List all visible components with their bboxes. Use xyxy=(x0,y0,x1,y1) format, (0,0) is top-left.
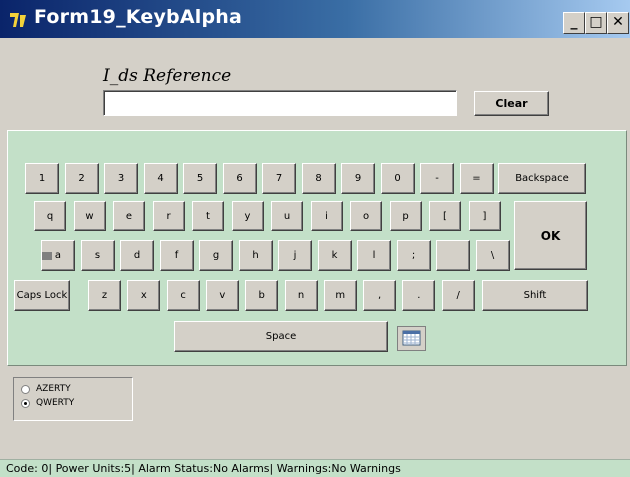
key-row2-8[interactable]: i xyxy=(310,201,343,231)
caps-lock-indicator xyxy=(42,252,52,260)
radio-qwerty[interactable]: QWERTY xyxy=(21,398,74,408)
key-row3-3[interactable]: d xyxy=(120,240,154,271)
key-4[interactable]: 4 xyxy=(143,163,178,194)
key-7[interactable]: 7 xyxy=(262,163,296,194)
key-row2-10[interactable]: p xyxy=(389,201,422,231)
key-row4-5[interactable]: b xyxy=(245,280,279,311)
key-row2-7[interactable]: u xyxy=(271,201,303,231)
key-row3-10[interactable]: ; xyxy=(396,240,431,271)
field-label: I_ds Reference xyxy=(103,66,232,86)
key-row3-6[interactable]: h xyxy=(238,240,273,271)
radio-azerty-circle[interactable] xyxy=(21,384,30,394)
backspace-key[interactable]: Backspace xyxy=(498,163,586,194)
key-row2-12[interactable]: ] xyxy=(468,201,501,231)
key-row4-2[interactable]: x xyxy=(127,280,161,311)
key-row4-9[interactable]: . xyxy=(402,280,436,311)
close-icon: ✕ xyxy=(612,14,624,30)
key-2[interactable]: 2 xyxy=(64,163,99,194)
close-button[interactable]: ✕ xyxy=(607,12,629,34)
key-row4-7[interactable]: m xyxy=(323,280,357,311)
key-row3-12[interactable]: \ xyxy=(475,240,510,271)
key-12[interactable]: = xyxy=(459,163,494,194)
key-row4-10[interactable]: / xyxy=(441,280,475,311)
key-3[interactable]: 3 xyxy=(104,163,138,194)
maximize-button[interactable]: □ xyxy=(585,12,607,34)
key-row3-2[interactable]: s xyxy=(80,240,115,271)
radio-azerty-label: AZERTY xyxy=(36,384,71,394)
key-row4-6[interactable]: n xyxy=(284,280,318,311)
key-row2-1[interactable]: q xyxy=(34,201,66,231)
key-row3-8[interactable]: k xyxy=(317,240,352,271)
key-8[interactable]: 8 xyxy=(301,163,336,194)
layout-radio-group: AZERTY QWERTY xyxy=(13,377,133,421)
radio-qwerty-label: QWERTY xyxy=(36,398,75,408)
key-row2-5[interactable]: t xyxy=(192,201,224,231)
key-9[interactable]: 9 xyxy=(341,163,375,194)
key-row2-3[interactable]: e xyxy=(113,201,145,231)
key-row2-11[interactable]: [ xyxy=(429,201,461,231)
key-row4-3[interactable]: c xyxy=(166,280,200,311)
minimize-icon: _ xyxy=(570,14,578,30)
clear-button[interactable]: Clear xyxy=(474,91,549,116)
key-row4-1[interactable]: z xyxy=(88,280,121,311)
key-row3-4[interactable]: f xyxy=(159,240,194,271)
caps-lock-key[interactable]: Caps Lock xyxy=(14,280,70,311)
calendar-icon[interactable] xyxy=(397,326,426,351)
space-key[interactable]: Space xyxy=(174,321,388,352)
key-row2-4[interactable]: r xyxy=(152,201,185,231)
key-row2-6[interactable]: y xyxy=(231,201,264,231)
key-10[interactable]: 0 xyxy=(380,163,415,194)
minimize-button[interactable]: _ xyxy=(563,12,585,34)
key-row2-9[interactable]: o xyxy=(350,201,382,231)
app-logo-icon xyxy=(7,9,29,31)
key-row4-4[interactable]: v xyxy=(205,280,239,311)
key-row4-8[interactable]: , xyxy=(363,280,397,311)
key-row3-5[interactable]: g xyxy=(199,240,233,271)
key-row3-9[interactable]: l xyxy=(357,240,391,271)
key-11[interactable]: - xyxy=(420,163,454,194)
shift-key[interactable]: Shift xyxy=(482,280,588,311)
status-bar: Code: 0| Power Units:5| Alarm Status:No … xyxy=(0,459,630,477)
window-title: Form19_KeybAlpha xyxy=(34,6,242,28)
key-1[interactable]: 1 xyxy=(25,163,59,194)
key-6[interactable]: 6 xyxy=(222,163,257,194)
radio-qwerty-circle[interactable] xyxy=(21,398,30,408)
radio-azerty[interactable]: AZERTY xyxy=(21,384,71,394)
key-row2-2[interactable]: w xyxy=(73,201,106,231)
title-bar: Form19_KeybAlpha _ □ ✕ xyxy=(0,0,630,38)
key-row3-7[interactable]: j xyxy=(278,240,312,271)
key-5[interactable]: 5 xyxy=(183,163,217,194)
ids-reference-input[interactable] xyxy=(103,90,457,116)
key-row3-11[interactable] xyxy=(436,240,470,271)
ok-key[interactable]: OK xyxy=(514,201,587,270)
maximize-icon: □ xyxy=(589,14,603,30)
